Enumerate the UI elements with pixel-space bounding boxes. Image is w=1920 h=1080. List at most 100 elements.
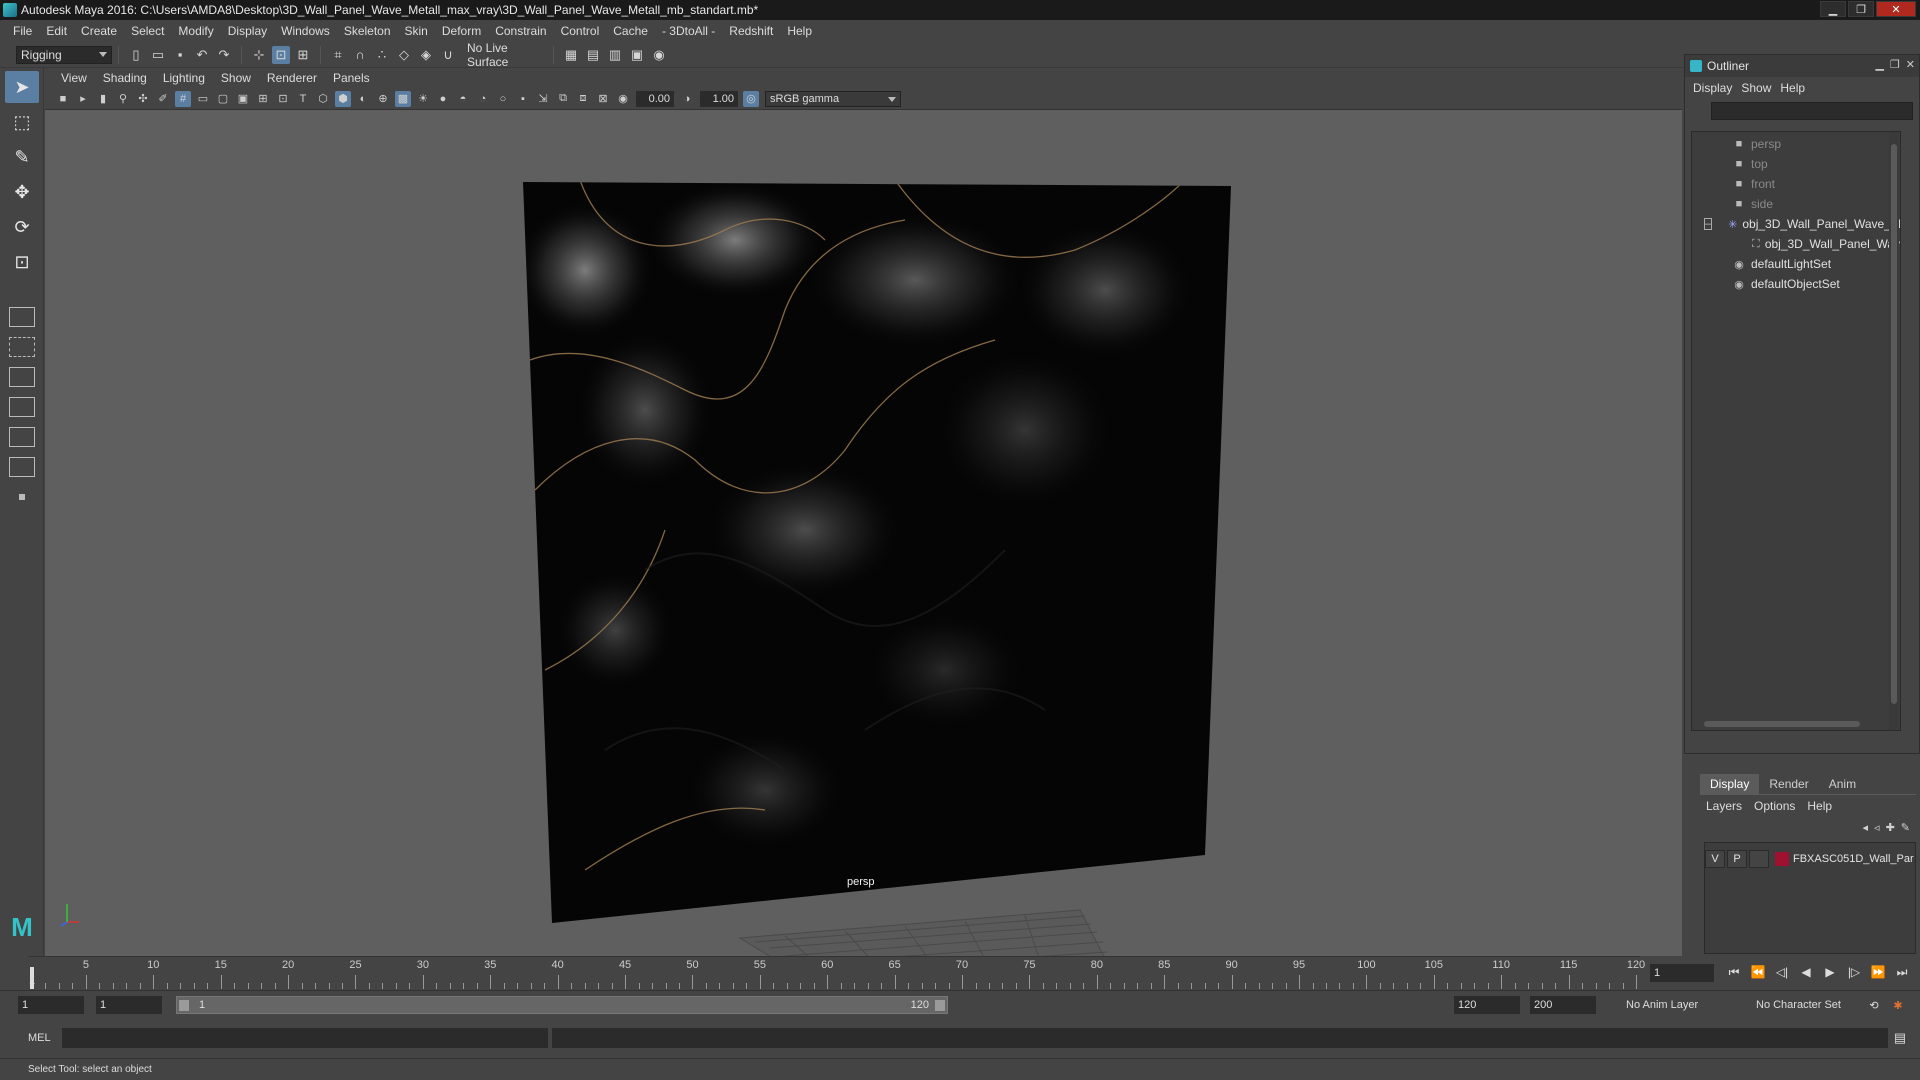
- select-component-icon[interactable]: ⊞: [294, 46, 312, 64]
- single-pane-layout-icon[interactable]: [5, 304, 39, 330]
- bookmark-icon[interactable]: ▮: [95, 91, 111, 107]
- gamma-field[interactable]: 1.00: [700, 90, 738, 107]
- screen-space-ao-icon[interactable]: ◓: [455, 91, 471, 107]
- mel-language-button[interactable]: MEL: [28, 1032, 51, 1044]
- smooth-shade-icon[interactable]: ⬢: [335, 90, 351, 107]
- end-time-field[interactable]: 200: [1530, 996, 1596, 1014]
- outliner-close-button[interactable]: ✕: [1906, 58, 1915, 71]
- animation-preferences-icon[interactable]: ✱: [1888, 996, 1908, 1014]
- shadows-icon[interactable]: ●: [435, 91, 451, 107]
- range-slider[interactable]: 1 120: [176, 996, 948, 1014]
- xray-active-icon[interactable]: ⧈: [575, 91, 591, 107]
- wireframe-icon[interactable]: ⬡: [315, 91, 331, 107]
- menu-deform[interactable]: Deform: [435, 24, 488, 38]
- select-object-icon[interactable]: ⊡: [272, 45, 290, 64]
- hypershade-persp-layout-icon[interactable]: [5, 454, 39, 480]
- render-frame-icon[interactable]: ▤: [584, 46, 602, 64]
- new-scene-icon[interactable]: ▯: [127, 46, 145, 64]
- menu-help[interactable]: Help: [780, 24, 819, 38]
- step-back-key-icon[interactable]: ⏪: [1748, 962, 1768, 982]
- viewport-menu-renderer[interactable]: Renderer: [259, 71, 325, 85]
- snap-grid-icon[interactable]: ⌗: [329, 46, 347, 64]
- two-d-pan-icon[interactable]: ✣: [135, 91, 151, 107]
- menu-modify[interactable]: Modify: [171, 24, 220, 38]
- rotate-tool-icon[interactable]: ⟳: [5, 211, 39, 243]
- menu-edit[interactable]: Edit: [39, 24, 74, 38]
- viewport-menu-lighting[interactable]: Lighting: [155, 71, 213, 85]
- maximize-button[interactable]: ❐: [1848, 1, 1874, 17]
- camera-select-icon[interactable]: ■: [55, 91, 71, 107]
- new-layer-icon[interactable]: ✚: [1886, 821, 1895, 834]
- auto-key-icon[interactable]: ⟲: [1864, 996, 1884, 1014]
- viewport-menu-shading[interactable]: Shading: [95, 71, 155, 85]
- outliner-search-input[interactable]: [1711, 102, 1913, 120]
- exposure-field[interactable]: 0.00: [636, 90, 674, 107]
- go-to-end-icon[interactable]: ⏭: [1892, 962, 1912, 982]
- menu-skeleton[interactable]: Skeleton: [337, 24, 398, 38]
- menu-constrain[interactable]: Constrain: [488, 24, 553, 38]
- gamma-icon[interactable]: ◑: [679, 91, 695, 107]
- menu-skin[interactable]: Skin: [398, 24, 435, 38]
- outliner-minimize-button[interactable]: ▁: [1875, 58, 1883, 71]
- layer-visibility-toggle[interactable]: V: [1705, 850, 1725, 868]
- paint-select-tool-icon[interactable]: ✎: [5, 141, 39, 173]
- outliner-item-persp[interactable]: ■ persp: [1692, 134, 1900, 154]
- close-button[interactable]: ✕: [1876, 1, 1916, 17]
- view-transform-dropdown[interactable]: sRGB gamma: [765, 90, 901, 107]
- collapse-icon[interactable]: –: [1704, 218, 1713, 230]
- resolution-gate-icon[interactable]: ▢: [215, 91, 231, 107]
- outliner-vertical-scrollbar[interactable]: [1889, 132, 1899, 730]
- current-frame-marker[interactable]: [30, 967, 34, 989]
- mel-command-input[interactable]: [62, 1028, 548, 1048]
- outliner-item-default-light-set[interactable]: ◉ defaultLightSet: [1692, 254, 1900, 274]
- snap-curve-icon[interactable]: ∩: [351, 46, 369, 64]
- scale-tool-icon[interactable]: ⊡: [5, 246, 39, 278]
- outliner-menu-help[interactable]: Help: [1780, 81, 1814, 95]
- outliner-menu-show[interactable]: Show: [1741, 81, 1780, 95]
- film-gate-icon[interactable]: ▭: [195, 91, 211, 107]
- four-pane-layout-icon[interactable]: [5, 334, 39, 360]
- color-management-icon[interactable]: ◎: [743, 90, 759, 107]
- save-scene-icon[interactable]: ▪: [171, 46, 189, 64]
- depth-of-field-icon[interactable]: ▪: [515, 91, 531, 107]
- move-layer-down-icon[interactable]: ◃: [1874, 821, 1880, 834]
- menu-3dtoall[interactable]: - 3DtoAll -: [655, 24, 722, 38]
- outliner-title-bar[interactable]: Outliner ▁ ❐ ✕: [1685, 55, 1919, 77]
- more-layouts-icon[interactable]: [5, 484, 39, 510]
- select-tool-icon[interactable]: ➤: [5, 71, 39, 103]
- menu-windows[interactable]: Windows: [274, 24, 337, 38]
- viewport-menu-show[interactable]: Show: [213, 71, 259, 85]
- move-layer-up-icon[interactable]: ◂: [1863, 821, 1869, 834]
- open-scene-icon[interactable]: ▭: [149, 46, 167, 64]
- viewport-menu-panels[interactable]: Panels: [325, 71, 378, 85]
- layer-menu-help[interactable]: Help: [1807, 799, 1844, 813]
- character-set-dropdown[interactable]: No Character Set: [1752, 996, 1860, 1014]
- outliner-persp-layout-icon[interactable]: [5, 394, 39, 420]
- menu-create[interactable]: Create: [74, 24, 124, 38]
- render-view-icon[interactable]: ▦: [562, 46, 580, 64]
- magnet-icon[interactable]: ∪: [439, 46, 457, 64]
- wireframe-on-shaded-icon[interactable]: ⊕: [375, 91, 391, 107]
- anti-aliasing-icon[interactable]: ○: [495, 91, 511, 107]
- range-slider-grip[interactable]: 1 120: [176, 996, 948, 1014]
- snap-surface-icon[interactable]: ◈: [417, 46, 435, 64]
- move-tool-icon[interactable]: ✥: [5, 176, 39, 208]
- outliner-item-default-object-set[interactable]: ◉ defaultObjectSet: [1692, 274, 1900, 294]
- layer-color-swatch[interactable]: [1775, 852, 1789, 866]
- isolate-select-icon[interactable]: ⇲: [535, 91, 551, 107]
- step-forward-frame-icon[interactable]: |▷: [1844, 962, 1864, 982]
- snap-point-icon[interactable]: ∴: [373, 46, 391, 64]
- redo-icon[interactable]: ↷: [215, 46, 233, 64]
- step-forward-key-icon[interactable]: ⏩: [1868, 962, 1888, 982]
- menu-redshift[interactable]: Redshift: [722, 24, 780, 38]
- outliner-item-side[interactable]: ■ side: [1692, 194, 1900, 214]
- gate-mask-icon[interactable]: ▣: [235, 91, 251, 107]
- use-all-lights-icon[interactable]: ☀: [415, 91, 431, 107]
- outliner-maximize-button[interactable]: ❐: [1890, 58, 1900, 71]
- tab-render[interactable]: Render: [1759, 774, 1818, 794]
- outliner-item-front[interactable]: ■ front: [1692, 174, 1900, 194]
- menuset-dropdown[interactable]: Rigging: [16, 45, 112, 64]
- playback-start-field[interactable]: 1: [96, 996, 162, 1014]
- menu-control[interactable]: Control: [554, 24, 607, 38]
- safe-title-icon[interactable]: T: [295, 91, 311, 107]
